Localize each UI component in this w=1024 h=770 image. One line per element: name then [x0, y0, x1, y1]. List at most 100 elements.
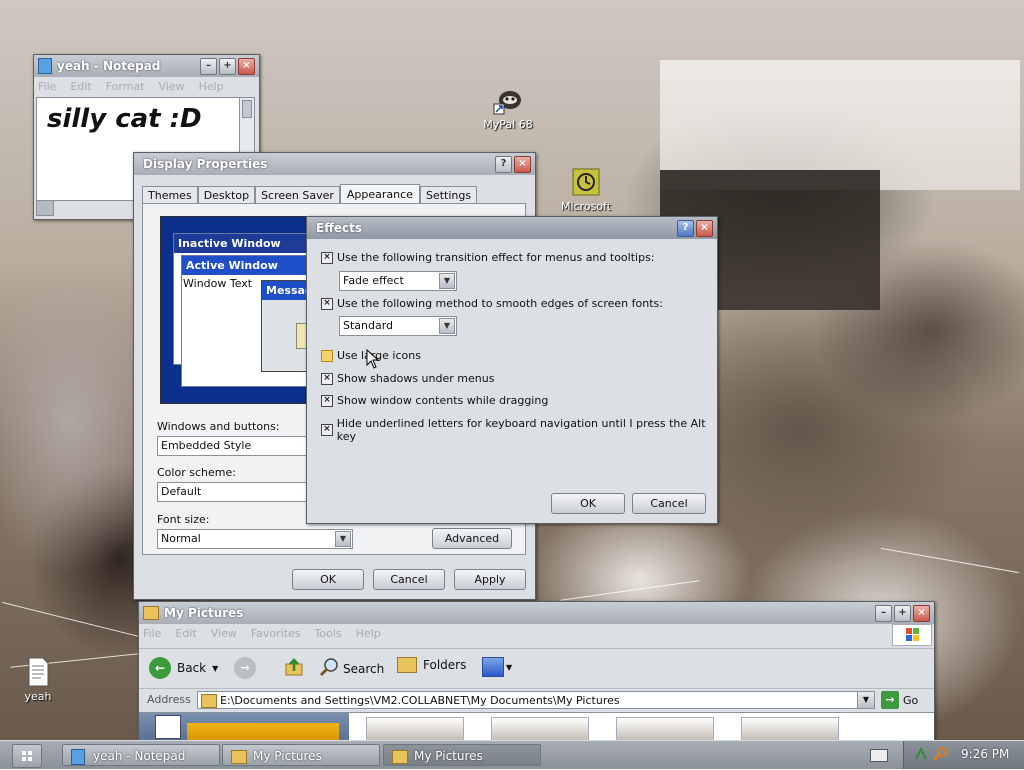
up-folder-icon[interactable]	[284, 657, 304, 677]
menu-format[interactable]: Format	[106, 80, 145, 93]
forward-arrow-icon[interactable]: →	[234, 657, 256, 679]
minimize-button[interactable]: –	[875, 604, 892, 622]
checkbox-checked[interactable]: ×	[321, 297, 333, 310]
transition-effect-value: Fade effect	[343, 274, 404, 287]
network-icon[interactable]	[914, 746, 928, 761]
checkbox-checked[interactable]: ×	[321, 394, 333, 407]
menu-tools[interactable]: Tools	[315, 627, 342, 640]
font-smoothing-checkbox[interactable]: × Use the following method to smooth edg…	[321, 297, 663, 310]
menu-view[interactable]: View	[159, 80, 185, 93]
menu-help[interactable]: Help	[356, 627, 381, 640]
chevron-down-icon[interactable]: ▼	[439, 273, 455, 289]
desktop-icon-label: Microsoft	[560, 200, 612, 213]
preview-inactive-title: Inactive Window	[174, 234, 314, 253]
help-button[interactable]: ?	[677, 219, 694, 237]
apply-button[interactable]: Apply	[454, 569, 526, 590]
back-button[interactable]: ← Back ▼	[149, 657, 218, 679]
chevron-down-icon[interactable]: ▼	[335, 531, 351, 547]
pictures-folder-icon	[155, 715, 181, 739]
keyboard-icon[interactable]	[870, 749, 888, 762]
back-label: Back	[177, 661, 207, 675]
background-whisker	[2, 601, 148, 640]
font-smoothing-value: Standard	[343, 319, 394, 332]
drag-contents-checkbox[interactable]: × Show window contents while dragging	[321, 394, 548, 407]
close-button[interactable]: ×	[238, 57, 255, 75]
help-button[interactable]: ?	[495, 155, 512, 173]
menu-shadows-checkbox[interactable]: × Show shadows under menus	[321, 372, 494, 385]
start-grid-icon	[22, 751, 32, 761]
checkbox-checked[interactable]: ×	[321, 251, 333, 264]
display-properties-titlebar[interactable]: Display Properties ? ×	[134, 153, 535, 175]
chevron-down-icon[interactable]: ▼	[857, 692, 874, 708]
transition-effect-select[interactable]: Fade effect ▼	[339, 271, 457, 291]
maximize-button[interactable]: +	[219, 57, 236, 75]
tab-settings[interactable]: Settings	[419, 186, 478, 204]
checkbox-checked[interactable]: ×	[321, 372, 333, 385]
tab-screen-saver[interactable]: Screen Saver	[255, 186, 340, 204]
task-pane-header	[187, 723, 339, 741]
cancel-button[interactable]: Cancel	[373, 569, 445, 590]
notepad-size-grip[interactable]	[36, 200, 54, 216]
transition-effect-checkbox[interactable]: × Use the following transition effect fo…	[321, 251, 655, 264]
go-button[interactable]: → Go	[881, 691, 918, 709]
tab-desktop[interactable]: Desktop	[197, 186, 256, 204]
publisher-icon	[570, 166, 602, 198]
text-file-icon	[22, 656, 54, 688]
menu-help[interactable]: Help	[199, 80, 224, 93]
advanced-button[interactable]: Advanced	[432, 528, 512, 549]
my-pictures-window[interactable]: My Pictures – + × File Edit View Favorit…	[138, 601, 935, 743]
effects-titlebar[interactable]: Effects ? ×	[307, 217, 717, 239]
address-input[interactable]: E:\Documents and Settings\VM2.COLLABNET\…	[197, 691, 875, 709]
menu-view[interactable]: View	[211, 627, 237, 640]
notepad-menubar: File Edit Format View Help	[34, 77, 259, 95]
maximize-button[interactable]: +	[894, 604, 911, 622]
close-button[interactable]: ×	[696, 219, 713, 237]
chevron-down-icon[interactable]: ▼	[506, 663, 512, 672]
taskbar-item-label: yeah - Notepad	[93, 749, 186, 763]
menu-edit[interactable]: Edit	[175, 627, 196, 640]
taskbar-item-label: My Pictures	[253, 749, 322, 763]
menu-file[interactable]: File	[38, 80, 56, 93]
notepad-icon	[38, 58, 52, 74]
menu-shadows-label: Show shadows under menus	[337, 372, 495, 385]
chevron-down-icon[interactable]: ▼	[212, 664, 218, 673]
folders-icon	[397, 657, 417, 673]
desktop-icon-yeah[interactable]: yeah	[0, 656, 78, 703]
minimize-button[interactable]: –	[200, 57, 217, 75]
explorer-titlebar[interactable]: My Pictures – + ×	[139, 602, 934, 624]
taskbar-clock[interactable]: 9:26 PM	[961, 747, 1009, 761]
task-pane	[139, 713, 349, 741]
scroll-thumb[interactable]	[242, 100, 252, 118]
search-tray-icon[interactable]	[932, 746, 948, 762]
search-button[interactable]: Search	[319, 657, 384, 680]
ok-button[interactable]: OK	[292, 569, 364, 590]
taskbar-item-notepad[interactable]: yeah - Notepad	[62, 744, 220, 766]
cancel-button[interactable]: Cancel	[632, 493, 706, 514]
font-size-select[interactable]: Normal ▼	[157, 529, 353, 549]
menu-edit[interactable]: Edit	[70, 80, 91, 93]
views-button[interactable]: ▼	[482, 657, 512, 677]
hide-underlines-checkbox[interactable]: × Hide underlined letters for keyboard n…	[321, 417, 717, 443]
folder-icon	[231, 750, 247, 764]
checkbox-unchecked[interactable]	[321, 349, 333, 362]
notepad-titlebar[interactable]: yeah - Notepad – + ×	[34, 55, 259, 77]
menu-file[interactable]: File	[143, 627, 161, 640]
tab-appearance[interactable]: Appearance	[339, 184, 420, 204]
taskbar-item-my-pictures-active[interactable]: My Pictures	[383, 744, 541, 766]
explorer-title: My Pictures	[164, 606, 244, 620]
checkbox-checked[interactable]: ×	[321, 424, 333, 436]
chevron-down-icon[interactable]: ▼	[439, 318, 455, 334]
desktop-icon-mypal[interactable]: MyPal 68	[468, 84, 548, 131]
start-button[interactable]	[12, 744, 42, 768]
taskbar-item-my-pictures[interactable]: My Pictures	[222, 744, 380, 766]
folders-button[interactable]: Folders	[397, 657, 466, 673]
ok-button[interactable]: OK	[551, 493, 625, 514]
desktop-icon-microsoft[interactable]: Microsoft	[546, 166, 626, 213]
windows-buttons-label: Windows and buttons:	[157, 420, 280, 433]
font-smoothing-select[interactable]: Standard ▼	[339, 316, 457, 336]
effects-dialog[interactable]: Effects ? × × Use the following transiti…	[306, 216, 718, 524]
menu-favorites[interactable]: Favorites	[251, 627, 301, 640]
close-button[interactable]: ×	[913, 604, 930, 622]
tab-themes[interactable]: Themes	[142, 186, 198, 204]
close-button[interactable]: ×	[514, 155, 531, 173]
